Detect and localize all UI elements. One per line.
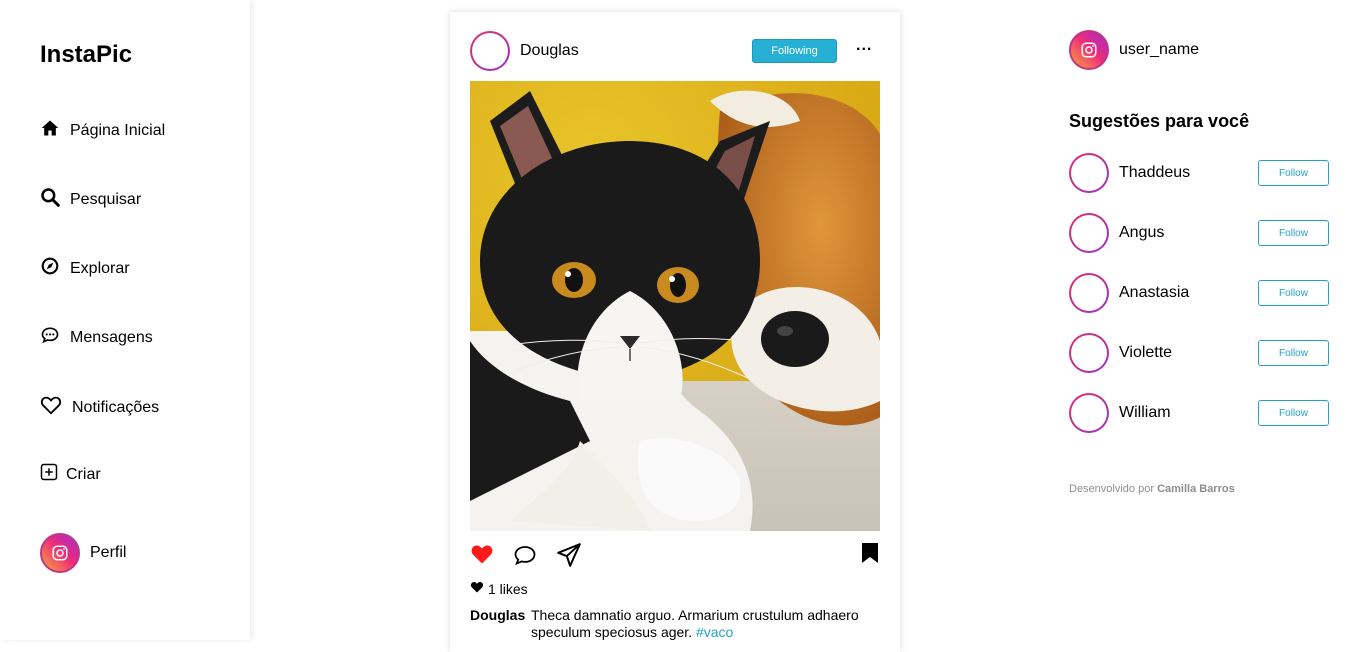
comment-icon — [513, 546, 537, 571]
suggestion-item: Anastasia Follow — [1069, 273, 1329, 313]
compass-icon — [40, 256, 60, 281]
caption-text: Theca damnatio arguo. Armarium crustulum… — [531, 607, 859, 640]
search-icon — [40, 187, 60, 212]
post-image[interactable] — [470, 81, 880, 531]
suggestions-title: Sugestões para você — [1069, 111, 1250, 131]
post-username[interactable]: Douglas — [520, 42, 579, 60]
right-panel: user_name Sugestões para você Thaddeus F… — [1069, 30, 1329, 495]
post-card: Douglas Following ... 1 likes Douglas Th… — [450, 12, 900, 652]
chat-icon — [40, 325, 60, 350]
suggestion-name[interactable]: Angus — [1119, 224, 1164, 242]
app-logo[interactable]: InstaPic — [40, 41, 132, 69]
suggestion-avatar[interactable] — [1069, 333, 1109, 373]
nav-label-messages: Mensagens — [70, 328, 153, 346]
comment-button[interactable] — [513, 543, 537, 572]
follow-button[interactable]: Follow — [1258, 280, 1329, 306]
caption-body: Theca damnatio arguo. Armarium crustulum… — [531, 607, 880, 641]
suggestion-name[interactable]: Anastasia — [1119, 284, 1189, 302]
footer-credit: Desenvolvido por Camilla Barros — [1069, 483, 1235, 495]
save-button[interactable] — [861, 542, 879, 569]
nav-label-explore: Explorar — [70, 259, 130, 277]
post-actions — [470, 542, 880, 568]
heart-icon — [40, 394, 62, 421]
instagram-avatar-icon — [40, 533, 80, 573]
nav-item-search[interactable]: Pesquisar — [40, 187, 141, 212]
post-avatar[interactable] — [470, 31, 510, 71]
suggestion-item: Angus Follow — [1069, 213, 1329, 253]
nav-item-messages[interactable]: Mensagens — [40, 325, 153, 350]
like-button[interactable] — [470, 542, 494, 571]
current-user[interactable]: user_name — [1069, 30, 1329, 70]
current-username: user_name — [1119, 41, 1200, 58]
nav-item-create[interactable]: Criar — [40, 463, 101, 486]
caption-hashtag[interactable]: #vaco — [696, 624, 733, 640]
send-icon — [556, 543, 582, 572]
likes-label: 1 likes — [488, 580, 528, 597]
likes-count[interactable]: 1 likes — [470, 580, 528, 597]
nav-label-create: Criar — [66, 465, 101, 483]
suggestion-avatar[interactable] — [1069, 153, 1109, 193]
kitten-photo — [470, 81, 880, 531]
follow-button[interactable]: Follow — [1258, 340, 1329, 366]
suggestion-avatar[interactable] — [1069, 273, 1109, 313]
suggestion-avatar[interactable] — [1069, 393, 1109, 433]
suggestion-item: Thaddeus Follow — [1069, 153, 1329, 193]
follow-button[interactable]: Follow — [1258, 220, 1329, 246]
more-options-button[interactable]: ... — [856, 37, 872, 55]
home-icon — [40, 118, 60, 143]
caption-username[interactable]: Douglas — [470, 607, 531, 641]
suggestion-item: William Follow — [1069, 393, 1329, 433]
suggestion-avatar[interactable] — [1069, 213, 1109, 253]
share-button[interactable] — [556, 542, 582, 573]
sidebar: InstaPic Página Inicial Pesquisar Explor… — [0, 0, 250, 640]
suggestion-name[interactable]: Violette — [1119, 344, 1172, 362]
post-caption: Douglas Theca damnatio arguo. Armarium c… — [470, 607, 880, 641]
suggestion-name[interactable]: William — [1119, 404, 1171, 422]
credit-prefix: Desenvolvido por — [1069, 483, 1154, 495]
following-button[interactable]: Following — [752, 39, 837, 63]
heart-small-icon — [470, 580, 484, 597]
credit-author[interactable]: Camilla Barros — [1157, 483, 1235, 495]
nav-label-home: Página Inicial — [70, 121, 166, 139]
follow-button[interactable]: Follow — [1258, 400, 1329, 426]
nav-label-search: Pesquisar — [70, 190, 142, 208]
heart-filled-icon — [470, 545, 494, 570]
post-header: Douglas Following ... — [470, 31, 880, 71]
nav-label-notifications: Notificações — [72, 398, 160, 416]
nav-item-notifications[interactable]: Notificações — [40, 394, 159, 421]
bookmark-icon — [861, 543, 879, 568]
nav-item-home[interactable]: Página Inicial — [40, 118, 165, 143]
nav-item-explore[interactable]: Explorar — [40, 256, 130, 281]
suggestion-item: Violette Follow — [1069, 333, 1329, 373]
nav-item-profile[interactable]: Perfil — [40, 533, 126, 573]
instagram-avatar-icon — [1069, 30, 1109, 70]
nav-label-profile: Perfil — [90, 544, 127, 561]
suggestion-name[interactable]: Thaddeus — [1119, 164, 1190, 182]
plus-square-icon — [40, 463, 58, 486]
follow-button[interactable]: Follow — [1258, 160, 1329, 186]
